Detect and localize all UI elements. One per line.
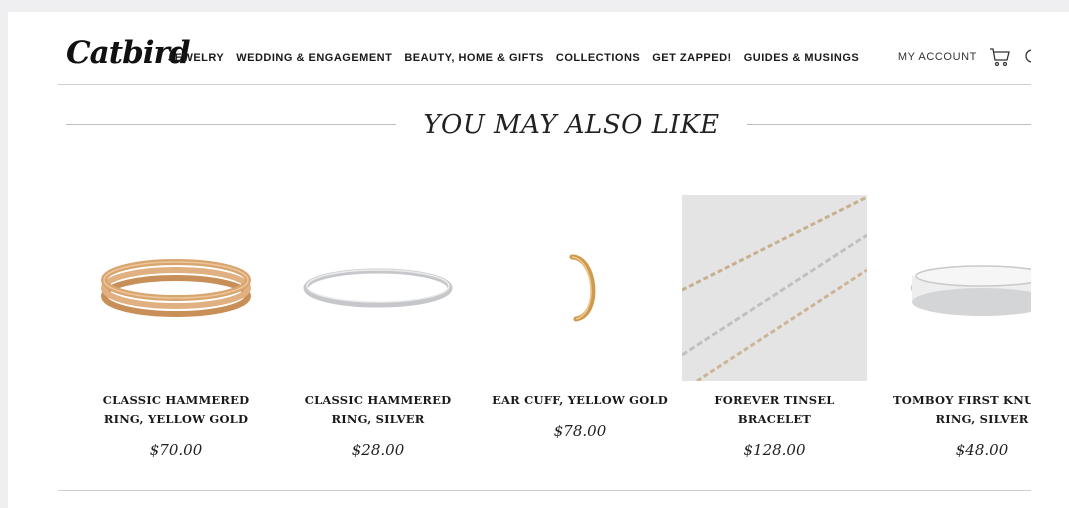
product-card[interactable]: CLASSIC HAMMERED RING, YELLOW GOLD $70.0… xyxy=(81,195,271,459)
product-price: $48.00 xyxy=(955,441,1009,459)
header-utilities: MY ACCOUNT xyxy=(898,46,1031,68)
nav-item-collections[interactable]: COLLECTIONS xyxy=(556,52,640,64)
nav-item-guides-musings[interactable]: GUIDES & MUSINGS xyxy=(744,52,860,64)
nav-item-get-zapped[interactable]: GET ZAPPED! xyxy=(652,52,731,64)
product-price: $78.00 xyxy=(553,422,607,440)
cart-icon[interactable] xyxy=(989,46,1011,68)
product-name[interactable]: CLASSIC HAMMERED RING, SILVER xyxy=(283,391,473,429)
section-title: YOU MAY ALSO LIKE xyxy=(423,110,720,140)
product-name[interactable]: CLASSIC HAMMERED RING, YELLOW GOLD xyxy=(81,391,271,429)
product-card[interactable]: EAR CUFF, YELLOW GOLD $78.00 xyxy=(485,195,675,440)
site-header: Catbird JEWELRY WEDDING & ENGAGEMENT BEA… xyxy=(58,12,1031,85)
product-name[interactable]: FOREVER TINSEL BRACELET xyxy=(682,391,867,429)
product-card[interactable]: FOREVER TINSEL BRACELET $128.00 xyxy=(682,195,867,459)
product-image-silver-ring[interactable] xyxy=(283,195,473,381)
page: Catbird JEWELRY WEDDING & ENGAGEMENT BEA… xyxy=(8,12,1069,508)
my-account-link[interactable]: MY ACCOUNT xyxy=(898,51,977,63)
product-image-silver-wide-band[interactable] xyxy=(887,195,1031,381)
product-price: $70.00 xyxy=(149,441,203,459)
search-icon[interactable] xyxy=(1023,46,1031,68)
nav-item-wedding-engagement[interactable]: WEDDING & ENGAGEMENT xyxy=(236,52,392,64)
nav-item-beauty-home-gifts[interactable]: BEAUTY, HOME & GIFTS xyxy=(404,52,544,64)
section-divider xyxy=(58,490,1031,491)
main-nav: JEWELRY WEDDING & ENGAGEMENT BEAUTY, HOM… xyxy=(168,52,859,64)
product-name[interactable]: EAR CUFF, YELLOW GOLD xyxy=(485,391,675,410)
section-heading: YOU MAY ALSO LIKE xyxy=(66,110,1031,142)
heading-rule-left xyxy=(66,124,396,125)
product-card[interactable]: TOMBOY FIRST KNUCKLE RING, SILVER $48.00 xyxy=(887,195,1031,459)
heading-rule-right xyxy=(747,124,1031,125)
product-name[interactable]: TOMBOY FIRST KNUCKLE RING, SILVER xyxy=(887,391,1031,429)
product-price: $128.00 xyxy=(743,441,806,459)
nav-item-jewelry[interactable]: JEWELRY xyxy=(168,52,224,64)
product-carousel: CLASSIC HAMMERED RING, YELLOW GOLD $70.0… xyxy=(66,195,1031,485)
product-image-tinsel-chains[interactable] xyxy=(682,195,867,381)
product-image-gold-ear-cuff[interactable] xyxy=(485,195,675,381)
product-price: $28.00 xyxy=(351,441,405,459)
product-card[interactable]: CLASSIC HAMMERED RING, SILVER $28.00 xyxy=(283,195,473,459)
product-image-gold-stacked-rings[interactable] xyxy=(81,195,271,381)
